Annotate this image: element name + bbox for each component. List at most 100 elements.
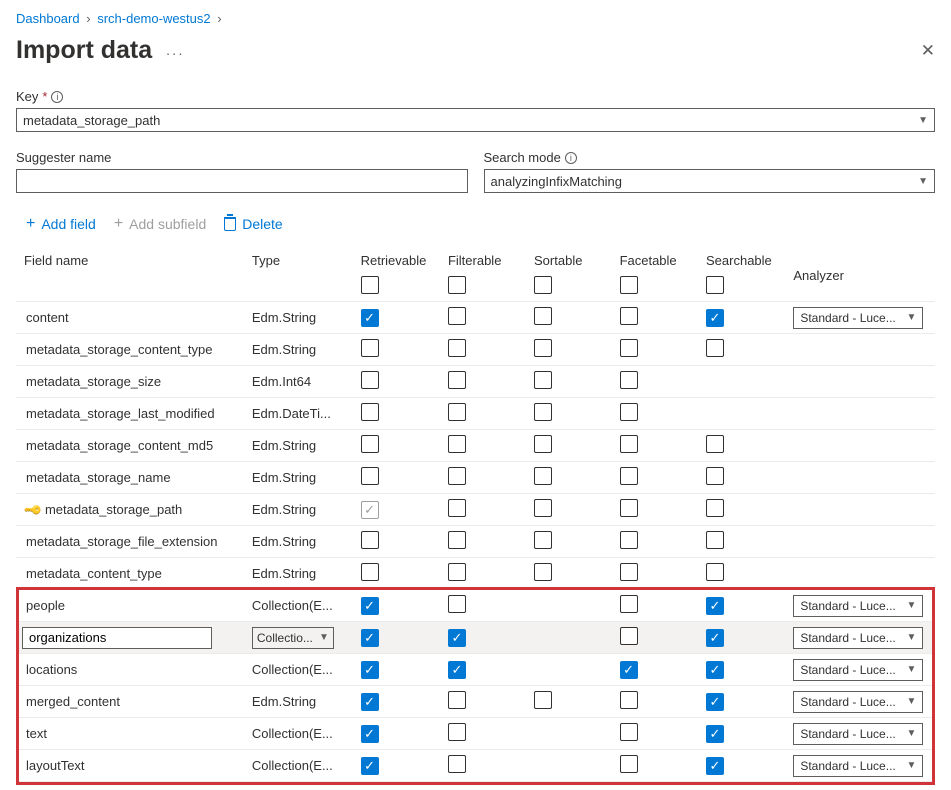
- header-checkbox[interactable]: [620, 276, 638, 294]
- header-checkbox[interactable]: [361, 276, 379, 294]
- checkbox[interactable]: [620, 403, 638, 421]
- table-row[interactable]: 🔑metadata_storage_pathEdm.String: [16, 494, 935, 526]
- more-icon[interactable]: ···: [156, 45, 185, 61]
- close-icon[interactable]: ✕: [921, 41, 935, 61]
- analyzer-select[interactable]: Standard - Luce...▼: [793, 595, 923, 617]
- col-type[interactable]: Type: [244, 243, 353, 302]
- breadcrumb-link[interactable]: srch-demo-westus2: [97, 11, 210, 26]
- checkbox[interactable]: [534, 563, 552, 581]
- checkbox[interactable]: [534, 499, 552, 517]
- checkbox[interactable]: [620, 755, 638, 773]
- checkbox[interactable]: [534, 531, 552, 549]
- checkbox[interactable]: [361, 629, 379, 647]
- checkbox[interactable]: [620, 467, 638, 485]
- table-row[interactable]: metadata_storage_content_typeEdm.String: [16, 334, 935, 366]
- table-row[interactable]: metadata_storage_sizeEdm.Int64: [16, 366, 935, 398]
- col-sortable[interactable]: Sortable: [526, 243, 612, 302]
- checkbox[interactable]: [448, 467, 466, 485]
- table-row[interactable]: layoutTextCollection(E...Standard - Luce…: [16, 750, 935, 782]
- delete-button[interactable]: Delete: [220, 211, 286, 237]
- checkbox[interactable]: [706, 725, 724, 743]
- checkbox[interactable]: [448, 723, 466, 741]
- suggester-input[interactable]: [16, 169, 468, 193]
- checkbox[interactable]: [361, 371, 379, 389]
- checkbox[interactable]: [620, 661, 638, 679]
- checkbox[interactable]: [448, 307, 466, 325]
- checkbox[interactable]: [706, 563, 724, 581]
- checkbox[interactable]: [361, 725, 379, 743]
- checkbox[interactable]: [620, 627, 638, 645]
- checkbox[interactable]: [706, 757, 724, 775]
- checkbox[interactable]: [448, 691, 466, 709]
- checkbox[interactable]: [534, 467, 552, 485]
- table-row[interactable]: metadata_storage_last_modifiedEdm.DateTi…: [16, 398, 935, 430]
- checkbox[interactable]: [361, 597, 379, 615]
- checkbox[interactable]: [361, 339, 379, 357]
- analyzer-select[interactable]: Standard - Luce...▼: [793, 755, 923, 777]
- type-select[interactable]: Collectio...▼: [252, 627, 334, 649]
- col-facetable[interactable]: Facetable: [612, 243, 698, 302]
- checkbox[interactable]: [620, 563, 638, 581]
- checkbox[interactable]: [534, 403, 552, 421]
- table-row[interactable]: merged_contentEdm.StringStandard - Luce.…: [16, 686, 935, 718]
- checkbox[interactable]: [448, 435, 466, 453]
- checkbox[interactable]: [620, 339, 638, 357]
- checkbox[interactable]: [448, 531, 466, 549]
- checkbox[interactable]: [620, 691, 638, 709]
- analyzer-select[interactable]: Standard - Luce...▼: [793, 627, 923, 649]
- checkbox[interactable]: [534, 435, 552, 453]
- table-row[interactable]: locationsCollection(E...Standard - Luce.…: [16, 654, 935, 686]
- analyzer-select[interactable]: Standard - Luce...▼: [793, 723, 923, 745]
- checkbox[interactable]: [706, 661, 724, 679]
- checkbox[interactable]: [706, 339, 724, 357]
- checkbox[interactable]: [361, 563, 379, 581]
- checkbox[interactable]: [448, 499, 466, 517]
- header-checkbox[interactable]: [706, 276, 724, 294]
- checkbox[interactable]: [448, 629, 466, 647]
- add-field-button[interactable]: + Add field: [22, 211, 100, 237]
- checkbox[interactable]: [448, 661, 466, 679]
- checkbox[interactable]: [706, 693, 724, 711]
- table-row[interactable]: metadata_storage_file_extensionEdm.Strin…: [16, 526, 935, 558]
- col-analyzer[interactable]: Analyzer: [785, 243, 935, 302]
- checkbox[interactable]: [620, 723, 638, 741]
- checkbox[interactable]: [448, 755, 466, 773]
- checkbox[interactable]: [361, 467, 379, 485]
- analyzer-select[interactable]: Standard - Luce...▼: [793, 659, 923, 681]
- checkbox[interactable]: [620, 499, 638, 517]
- checkbox[interactable]: [361, 531, 379, 549]
- checkbox[interactable]: [620, 307, 638, 325]
- checkbox[interactable]: [620, 531, 638, 549]
- checkbox[interactable]: [706, 629, 724, 647]
- checkbox[interactable]: [361, 435, 379, 453]
- checkbox[interactable]: [448, 371, 466, 389]
- checkbox[interactable]: [361, 661, 379, 679]
- analyzer-select[interactable]: Standard - Luce...▼: [793, 691, 923, 713]
- table-row[interactable]: contentEdm.StringStandard - Luce...▼: [16, 302, 935, 334]
- checkbox[interactable]: [448, 563, 466, 581]
- table-row[interactable]: metadata_storage_content_md5Edm.String: [16, 430, 935, 462]
- checkbox[interactable]: [361, 403, 379, 421]
- col-searchable[interactable]: Searchable: [698, 243, 785, 302]
- checkbox[interactable]: [448, 339, 466, 357]
- checkbox[interactable]: [706, 531, 724, 549]
- checkbox[interactable]: [534, 371, 552, 389]
- checkbox[interactable]: [706, 499, 724, 517]
- analyzer-select[interactable]: Standard - Luce...▼: [793, 307, 923, 329]
- info-icon[interactable]: i: [565, 152, 577, 164]
- col-name[interactable]: Field name: [16, 243, 244, 302]
- header-checkbox[interactable]: [448, 276, 466, 294]
- col-filterable[interactable]: Filterable: [440, 243, 526, 302]
- checkbox[interactable]: [620, 435, 638, 453]
- checkbox[interactable]: [620, 371, 638, 389]
- key-select[interactable]: metadata_storage_path ▼: [16, 108, 935, 132]
- checkbox[interactable]: [448, 403, 466, 421]
- checkbox[interactable]: [448, 595, 466, 613]
- info-icon[interactable]: i: [51, 91, 63, 103]
- checkbox[interactable]: [620, 595, 638, 613]
- checkbox[interactable]: [706, 597, 724, 615]
- checkbox[interactable]: [361, 757, 379, 775]
- checkbox[interactable]: [706, 435, 724, 453]
- table-row[interactable]: metadata_content_typeEdm.String: [16, 558, 935, 590]
- table-row[interactable]: peopleCollection(E...Standard - Luce...▼: [16, 590, 935, 622]
